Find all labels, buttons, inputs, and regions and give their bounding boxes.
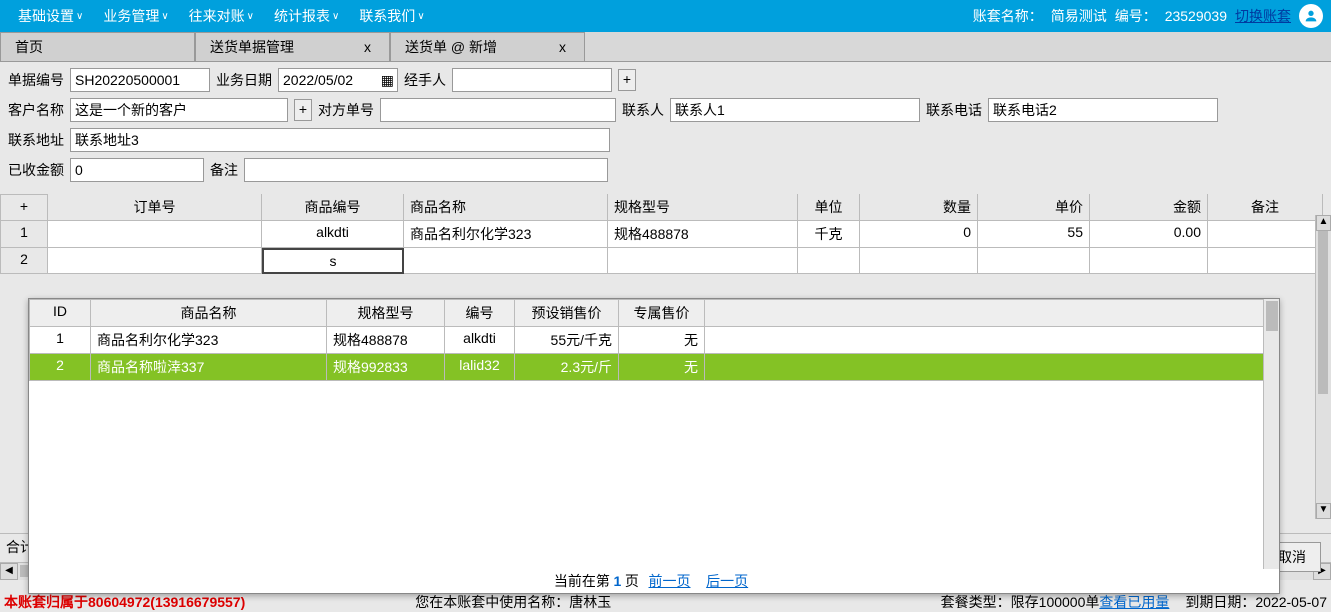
- pcol-excl: 专属售价: [619, 300, 705, 327]
- menu-biz[interactable]: 业务管理∨: [93, 6, 178, 26]
- scroll-thumb[interactable]: [1266, 301, 1278, 331]
- calendar-icon[interactable]: ▦: [381, 72, 394, 89]
- using-label: 您在本账套中使用名称：: [415, 592, 569, 612]
- acct-code: 23529039: [1165, 8, 1227, 24]
- owner-info: 本账套归属于80604972(13916679557): [4, 592, 245, 612]
- col-spec: 规格型号: [608, 194, 798, 221]
- recv-input[interactable]: [70, 158, 204, 182]
- acct-label: 账套名称：: [973, 6, 1043, 26]
- pcol-id: ID: [29, 300, 91, 327]
- code-label: 编号：: [1115, 6, 1157, 26]
- cust-input[interactable]: [70, 98, 288, 122]
- col-order: 订单号: [48, 194, 262, 221]
- user-icon: [1303, 8, 1319, 24]
- code-cell-editing[interactable]: s+: [262, 248, 404, 274]
- handler-label: 经手人: [404, 70, 446, 90]
- tab-home[interactable]: 首页: [0, 32, 195, 61]
- addr-label: 联系地址: [8, 130, 64, 150]
- scroll-up-icon[interactable]: ▲: [1316, 215, 1331, 231]
- recv-label: 已收金额: [8, 160, 64, 180]
- top-menu-bar: 基础设置∨ 业务管理∨ 往来对账∨ 统计报表∨ 联系我们∨ 账套名称： 简易测试…: [0, 0, 1331, 32]
- list-item[interactable]: 1 商品名利尔化学323 规格488878 alkdti 55元/千克 无: [29, 327, 1279, 354]
- pcol-spec: 规格型号: [327, 300, 445, 327]
- vertical-scrollbar[interactable]: ▲ ▼: [1315, 215, 1331, 519]
- switch-account-link[interactable]: 切换账套: [1235, 6, 1291, 26]
- menu-contact[interactable]: 联系我们∨: [349, 6, 434, 26]
- their-no-label: 对方单号: [318, 100, 374, 120]
- addr-input[interactable]: [70, 128, 610, 152]
- col-unit: 单位: [798, 194, 860, 221]
- chevron-down-icon: ∨: [76, 11, 83, 22]
- contact-label: 联系人: [622, 100, 664, 120]
- add-handler-button[interactable]: +: [618, 69, 636, 91]
- chevron-down-icon: ∨: [332, 11, 339, 22]
- remark-input[interactable]: [244, 158, 608, 182]
- avatar[interactable]: [1299, 4, 1323, 28]
- col-code: 商品编号: [262, 194, 404, 221]
- row-number: 2: [0, 248, 48, 274]
- using-name: 唐林玉: [569, 592, 611, 612]
- list-item[interactable]: 2 商品名称啦涬337 规格992833 lalid32 2.3元/斤 无: [29, 354, 1279, 381]
- add-cust-button[interactable]: +: [294, 99, 312, 121]
- scroll-left-icon[interactable]: ◀: [0, 563, 18, 580]
- table-row[interactable]: 1 alkdti 商品名利尔化学323 规格488878 千克 0 55 0.0…: [0, 221, 1331, 248]
- chevron-down-icon: ∨: [161, 11, 168, 22]
- doc-no-input[interactable]: [70, 68, 210, 92]
- menu-report[interactable]: 统计报表∨: [264, 6, 349, 26]
- col-amt: 金额: [1090, 194, 1208, 221]
- form-area: 单据编号 业务日期 ▦ 经手人 + 客户名称 + 对方单号 联系人 联系电话 联…: [0, 62, 1331, 194]
- menu-recon[interactable]: 往来对账∨: [179, 6, 264, 26]
- prev-page-link[interactable]: 前一页: [649, 573, 691, 589]
- pcol-name: 商品名称: [91, 300, 327, 327]
- scroll-down-icon[interactable]: ▼: [1316, 503, 1331, 519]
- doc-no-label: 单据编号: [8, 70, 64, 90]
- popup-pager: 当前在第 1 页 前一页 后一页: [29, 571, 1279, 591]
- col-price: 单价: [978, 194, 1090, 221]
- due-date: 2022-05-07: [1255, 594, 1327, 610]
- menu-basic[interactable]: 基础设置∨: [8, 6, 93, 26]
- col-qty: 数量: [860, 194, 978, 221]
- next-page-link[interactable]: 后一页: [706, 573, 748, 589]
- col-note: 备注: [1208, 194, 1323, 221]
- row-number: 1: [0, 221, 48, 248]
- pcol-price: 预设销售价: [515, 300, 619, 327]
- product-lookup-popup: ID 商品名称 规格型号 编号 预设销售价 专属售价 1 商品名利尔化学323 …: [28, 298, 1280, 594]
- phone-input[interactable]: [988, 98, 1218, 122]
- chevron-down-icon: ∨: [247, 11, 254, 22]
- cust-label: 客户名称: [8, 100, 64, 120]
- col-name: 商品名称: [404, 194, 608, 221]
- status-bar: 本账套归属于80604972(13916679557) 您在本账套中使用名称： …: [0, 592, 1331, 612]
- handler-input[interactable]: [452, 68, 612, 92]
- scroll-thumb[interactable]: [1318, 231, 1328, 394]
- their-no-input[interactable]: [380, 98, 616, 122]
- phone-label: 联系电话: [926, 100, 982, 120]
- pcol-code: 编号: [445, 300, 515, 327]
- line-items-grid: + 订单号 商品编号 商品名称 规格型号 单位 数量 单价 金额 备注 1 al…: [0, 194, 1331, 274]
- tab-bar: 首页 送货单据管理x 送货单 @ 新增x: [0, 32, 1331, 62]
- tab-delivery-mgmt[interactable]: 送货单据管理x: [195, 32, 390, 61]
- tab-delivery-new[interactable]: 送货单 @ 新增x: [390, 32, 585, 61]
- biz-date-label: 业务日期: [216, 70, 272, 90]
- usage-link[interactable]: 查看已用量: [1099, 594, 1169, 610]
- remark-label: 备注: [210, 160, 238, 180]
- contact-input[interactable]: [670, 98, 920, 122]
- popup-scrollbar[interactable]: [1263, 299, 1279, 569]
- close-icon[interactable]: x: [555, 39, 570, 55]
- current-page: 1: [613, 573, 621, 589]
- acct-name: 简易测试: [1051, 6, 1107, 26]
- table-row[interactable]: 2 s+: [0, 248, 1331, 274]
- add-row-button[interactable]: +: [0, 194, 48, 221]
- chevron-down-icon: ∨: [417, 11, 424, 22]
- close-icon[interactable]: x: [360, 39, 375, 55]
